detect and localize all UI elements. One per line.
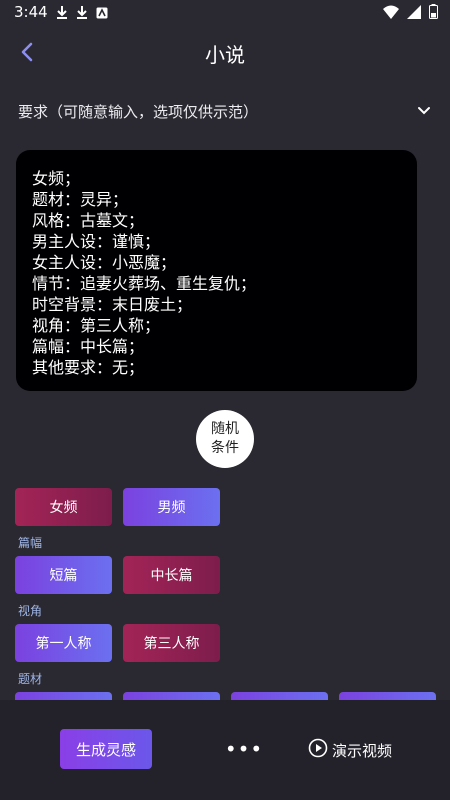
prompt-line: 题材：灵异； <box>32 190 129 209</box>
play-icon <box>308 738 328 762</box>
notification-icons <box>56 4 108 23</box>
prompt-line: 风格：古墓文； <box>32 211 145 230</box>
download-icon <box>56 4 68 23</box>
battery-icon <box>429 4 438 23</box>
chip-first-person[interactable]: 第一人称 <box>15 624 112 662</box>
chip-male[interactable]: 男频 <box>123 488 220 526</box>
planet-decoration-icon <box>336 48 450 78</box>
chevron-down-icon[interactable] <box>416 103 432 123</box>
prompt-line: 女频； <box>32 169 81 188</box>
prompt-line: 男主人设：谨慎； <box>32 232 161 251</box>
download-icon <box>76 4 88 23</box>
status-bar: 3:44 <box>0 0 450 26</box>
app-notification-icon <box>96 4 108 23</box>
bottom-bar: 生成灵感 ••• 演示视频 <box>0 700 450 800</box>
header: 小说 <box>0 26 450 78</box>
chip-medium-long[interactable]: 中长篇 <box>123 556 220 594</box>
section-label-perspective: 视角 <box>18 604 43 618</box>
chip-female[interactable]: 女频 <box>15 488 112 526</box>
system-icons <box>383 4 438 23</box>
section-label-theme: 题材 <box>18 672 43 686</box>
generate-inspiration-button[interactable]: 生成灵感 <box>60 729 152 769</box>
prompt-line: 视角：第三人称； <box>32 316 161 335</box>
demo-video-button[interactable]: 演示视频 <box>308 738 392 762</box>
prompt-line: 篇幅：中长篇； <box>32 337 145 356</box>
status-time: 3:44 <box>14 3 48 21</box>
section-label-length: 篇幅 <box>18 536 43 550</box>
prompt-line: 情节：追妻火葬场、重生复仇； <box>32 274 257 293</box>
prompt-textarea[interactable]: 女频； 题材：灵异； 风格：古墓文； 男主人设：谨慎； 女主人设：小恶魔； 情节… <box>16 150 417 391</box>
requirement-row[interactable]: 要求（可随意输入，选项仅供示范） <box>18 101 432 125</box>
random-line2: 条件 <box>211 440 239 456</box>
wifi-icon <box>383 4 399 23</box>
more-button[interactable]: ••• <box>225 737 262 761</box>
random-conditions-button[interactable]: 随机 条件 <box>196 410 254 468</box>
prompt-line: 其他要求：无； <box>32 358 145 377</box>
prompt-line: 女主人设：小恶魔； <box>32 253 177 272</box>
chip-short[interactable]: 短篇 <box>15 556 112 594</box>
random-line1: 随机 <box>211 421 239 437</box>
prompt-line: 时空背景：末日废土； <box>32 295 193 314</box>
requirement-label: 要求（可随意输入，选项仅供示范） <box>18 103 259 121</box>
demo-video-label: 演示视频 <box>332 741 393 760</box>
chip-third-person[interactable]: 第三人称 <box>123 624 220 662</box>
signal-icon <box>407 4 421 23</box>
